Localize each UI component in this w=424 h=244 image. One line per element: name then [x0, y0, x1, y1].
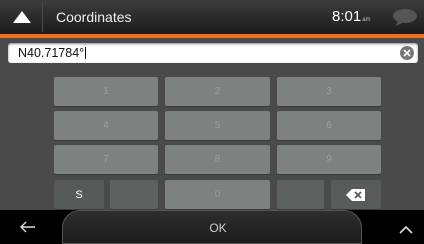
key-3[interactable]: 3	[277, 77, 381, 106]
chevron-up-icon[interactable]	[399, 225, 413, 234]
text-caret	[85, 47, 87, 59]
keypad-area: N40.71784° 1 2 3 4 5 6 7 8 9 S 0	[0, 38, 424, 210]
clock: 8:01am	[332, 8, 371, 25]
key-0[interactable]: 0	[165, 180, 270, 209]
header-bar: Coordinates 8:01am	[0, 0, 424, 38]
key-blank-left[interactable]	[110, 180, 158, 209]
key-8-label: 8	[214, 154, 221, 165]
key-1-label: 1	[103, 86, 109, 97]
key-4[interactable]: 4	[54, 111, 158, 140]
key-1[interactable]: 1	[54, 77, 158, 106]
coordinate-text: N40.71784°	[18, 46, 85, 60]
coordinate-input[interactable]: N40.71784°	[8, 43, 418, 63]
up-arrow-icon	[13, 11, 31, 23]
key-blank-right[interactable]	[277, 180, 324, 209]
key-9[interactable]: 9	[277, 145, 381, 174]
key-s-label: S	[75, 188, 83, 201]
clock-ampm: am	[362, 17, 371, 23]
key-9-label: 9	[326, 154, 332, 165]
coordinate-value: N40.71784°	[18, 46, 87, 60]
key-8[interactable]: 8	[165, 145, 270, 174]
key-0-label: 0	[214, 189, 221, 200]
key-2[interactable]: 2	[165, 77, 270, 106]
key-4-label: 4	[103, 120, 109, 131]
key-6-label: 6	[326, 120, 332, 131]
key-6[interactable]: 6	[277, 111, 381, 140]
key-7[interactable]: 7	[54, 145, 158, 174]
clear-icon[interactable]	[400, 46, 414, 60]
key-5[interactable]: 5	[165, 111, 270, 140]
clock-time: 8:01	[332, 8, 362, 25]
footer-bar: OK	[0, 210, 424, 244]
ok-label: OK	[209, 221, 227, 235]
key-2-label: 2	[214, 86, 221, 97]
key-5-label: 5	[214, 120, 221, 131]
page-title: Coordinates	[56, 9, 132, 25]
back-arrow-icon[interactable]	[20, 221, 36, 233]
backspace-button[interactable]	[331, 180, 381, 209]
navigate-up-button[interactable]	[2, 2, 43, 32]
key-3-label: 3	[326, 86, 332, 97]
coordinates-screen: Coordinates 8:01am N40.71784° 1 2 3 4 5 …	[0, 0, 424, 244]
backspace-icon	[346, 188, 365, 201]
message-icon[interactable]	[392, 8, 418, 26]
key-s[interactable]: S	[54, 180, 104, 209]
key-7-label: 7	[103, 154, 109, 165]
